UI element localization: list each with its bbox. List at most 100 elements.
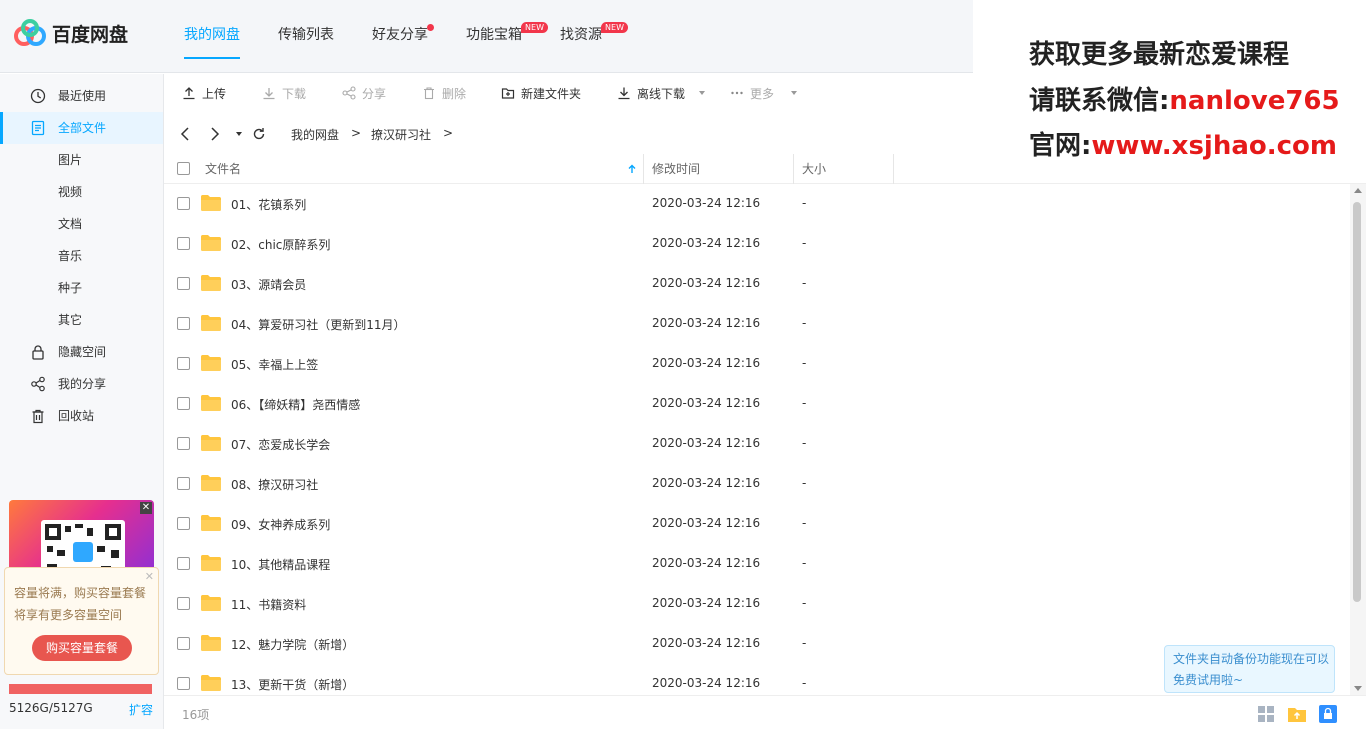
row-checkbox[interactable] [177, 437, 190, 450]
row-checkbox[interactable] [177, 557, 190, 570]
close-icon[interactable]: ✕ [1320, 646, 1329, 667]
scroll-down-arrow-icon[interactable] [1354, 686, 1362, 691]
file-name[interactable]: 05、幸福上上签 [231, 356, 318, 373]
app-logo[interactable]: 百度网盘 [14, 18, 128, 48]
column-divider[interactable] [643, 154, 644, 184]
promo-line-3: 官网:www.xsjhao.com [1029, 131, 1337, 161]
file-name[interactable]: 03、源靖会员 [231, 276, 306, 293]
sidebar-item-my-shares[interactable]: 我的分享 [0, 368, 163, 400]
delete-button[interactable]: 删除 [422, 85, 466, 103]
row-checkbox[interactable] [177, 517, 190, 530]
share-button[interactable]: 分享 [342, 85, 386, 103]
column-header-name[interactable]: 文件名 [205, 154, 241, 184]
sidebar-item-images[interactable]: 图片 [0, 144, 163, 176]
row-checkbox[interactable] [177, 597, 190, 610]
select-all-checkbox[interactable] [177, 162, 190, 175]
tab-my-drive[interactable]: 我的网盘 [184, 0, 240, 73]
table-row[interactable]: 11、书籍资料 2020-03-24 12:16 - [164, 584, 1350, 624]
table-row[interactable]: 02、chic原醉系列 2020-03-24 12:16 - [164, 224, 1350, 264]
table-row[interactable]: 05、幸福上上签 2020-03-24 12:16 - [164, 344, 1350, 384]
sidebar-item-torrents[interactable]: 种子 [0, 272, 163, 304]
file-name[interactable]: 04、算爱研习社（更新到11月） [231, 316, 406, 333]
back-arrow-icon[interactable] [178, 125, 192, 143]
file-name[interactable]: 13、更新干货（新增） [231, 676, 354, 693]
table-row[interactable]: 09、女神养成系列 2020-03-24 12:16 - [164, 504, 1350, 544]
table-row[interactable]: 10、其他精品课程 2020-03-24 12:16 - [164, 544, 1350, 584]
tab-friend-share[interactable]: 好友分享 [372, 0, 434, 73]
new-folder-button[interactable]: 新建文件夹 [501, 85, 581, 103]
sidebar-item-music[interactable]: 音乐 [0, 240, 163, 272]
scroll-up-arrow-icon[interactable] [1354, 188, 1362, 193]
chevron-down-icon[interactable] [699, 91, 705, 95]
clock-icon [30, 88, 46, 104]
sidebar-item-other[interactable]: 其它 [0, 304, 163, 336]
table-row[interactable]: 04、算爱研习社（更新到11月） 2020-03-24 12:16 - [164, 304, 1350, 344]
history-dropdown-icon[interactable] [236, 132, 242, 136]
lock-icon[interactable] [1318, 704, 1338, 724]
upload-button[interactable]: 上传 [182, 85, 226, 103]
scrollbar[interactable] [1350, 184, 1366, 695]
table-row[interactable]: 07、恋爱成长学会 2020-03-24 12:16 - [164, 424, 1350, 464]
sidebar-item-hidden-space[interactable]: 隐藏空间 [0, 336, 163, 368]
breadcrumb-separator: > [443, 126, 454, 140]
column-divider[interactable] [793, 154, 794, 184]
breadcrumb-current[interactable]: 撩汉研习社 [371, 126, 431, 143]
row-checkbox[interactable] [177, 277, 190, 290]
file-name[interactable]: 02、chic原醉系列 [231, 236, 330, 253]
file-name[interactable]: 06、【缔妖精】尧西情感 [231, 396, 360, 413]
tab-find-resources[interactable]: 找资源 NEW [560, 0, 628, 73]
row-checkbox[interactable] [177, 357, 190, 370]
row-checkbox[interactable] [177, 237, 190, 250]
download-button[interactable]: 下载 [262, 85, 306, 103]
expand-storage-link[interactable]: 扩容 [129, 701, 153, 718]
share-icon [31, 376, 45, 392]
folder-icon [201, 555, 221, 571]
scrollbar-thumb[interactable] [1353, 202, 1361, 602]
column-header-size[interactable]: 大小 [802, 154, 826, 184]
table-row[interactable]: 03、源靖会员 2020-03-24 12:16 - [164, 264, 1350, 304]
row-checkbox[interactable] [177, 677, 190, 690]
table-row[interactable]: 01、花镇系列 2020-03-24 12:16 - [164, 184, 1350, 224]
offline-download-button[interactable]: 离线下载 [617, 85, 685, 103]
sidebar-item-all-files[interactable]: 全部文件 [0, 112, 163, 144]
breadcrumb-root[interactable]: 我的网盘 [291, 126, 339, 143]
tab-transfer-list[interactable]: 传输列表 [278, 0, 334, 73]
file-name[interactable]: 01、花镇系列 [231, 196, 306, 213]
folder-backup-icon[interactable] [1287, 704, 1307, 724]
folder-icon [201, 395, 221, 411]
sidebar-item-recycle-bin[interactable]: 回收站 [0, 400, 163, 432]
file-name[interactable]: 08、撩汉研习社 [231, 476, 318, 493]
folder-icon [201, 675, 221, 691]
new-badge: NEW [601, 22, 628, 33]
file-size: - [802, 316, 807, 330]
row-checkbox[interactable] [177, 637, 190, 650]
row-checkbox[interactable] [177, 477, 190, 490]
sidebar-item-docs[interactable]: 文档 [0, 208, 163, 240]
file-name[interactable]: 10、其他精品课程 [231, 556, 330, 573]
file-size: - [802, 196, 807, 210]
refresh-icon[interactable] [252, 125, 266, 143]
forward-arrow-icon[interactable] [208, 125, 222, 143]
table-row[interactable]: 06、【缔妖精】尧西情感 2020-03-24 12:16 - [164, 384, 1350, 424]
sort-ascending-icon[interactable] [628, 164, 636, 174]
file-name[interactable]: 11、书籍资料 [231, 596, 306, 613]
tab-toolbox[interactable]: 功能宝箱 NEW [466, 0, 548, 73]
file-size: - [802, 436, 807, 450]
row-checkbox[interactable] [177, 397, 190, 410]
column-divider[interactable] [893, 154, 894, 184]
row-checkbox[interactable] [177, 197, 190, 210]
close-icon[interactable]: ✕ [140, 502, 152, 514]
more-button[interactable]: 更多 [730, 85, 774, 103]
file-name[interactable]: 12、魅力学院（新增） [231, 636, 354, 653]
sidebar-item-recent[interactable]: 最近使用 [0, 80, 163, 112]
column-header-date[interactable]: 修改时间 [652, 154, 700, 184]
file-name[interactable]: 07、恋爱成长学会 [231, 436, 330, 453]
sidebar-item-videos[interactable]: 视频 [0, 176, 163, 208]
folder-icon [201, 515, 221, 531]
grid-view-icon[interactable] [1256, 704, 1276, 724]
table-row[interactable]: 08、撩汉研习社 2020-03-24 12:16 - [164, 464, 1350, 504]
row-checkbox[interactable] [177, 317, 190, 330]
buy-storage-button[interactable]: 购买容量套餐 [32, 635, 132, 661]
chevron-down-icon[interactable] [791, 91, 797, 95]
file-name[interactable]: 09、女神养成系列 [231, 516, 330, 533]
